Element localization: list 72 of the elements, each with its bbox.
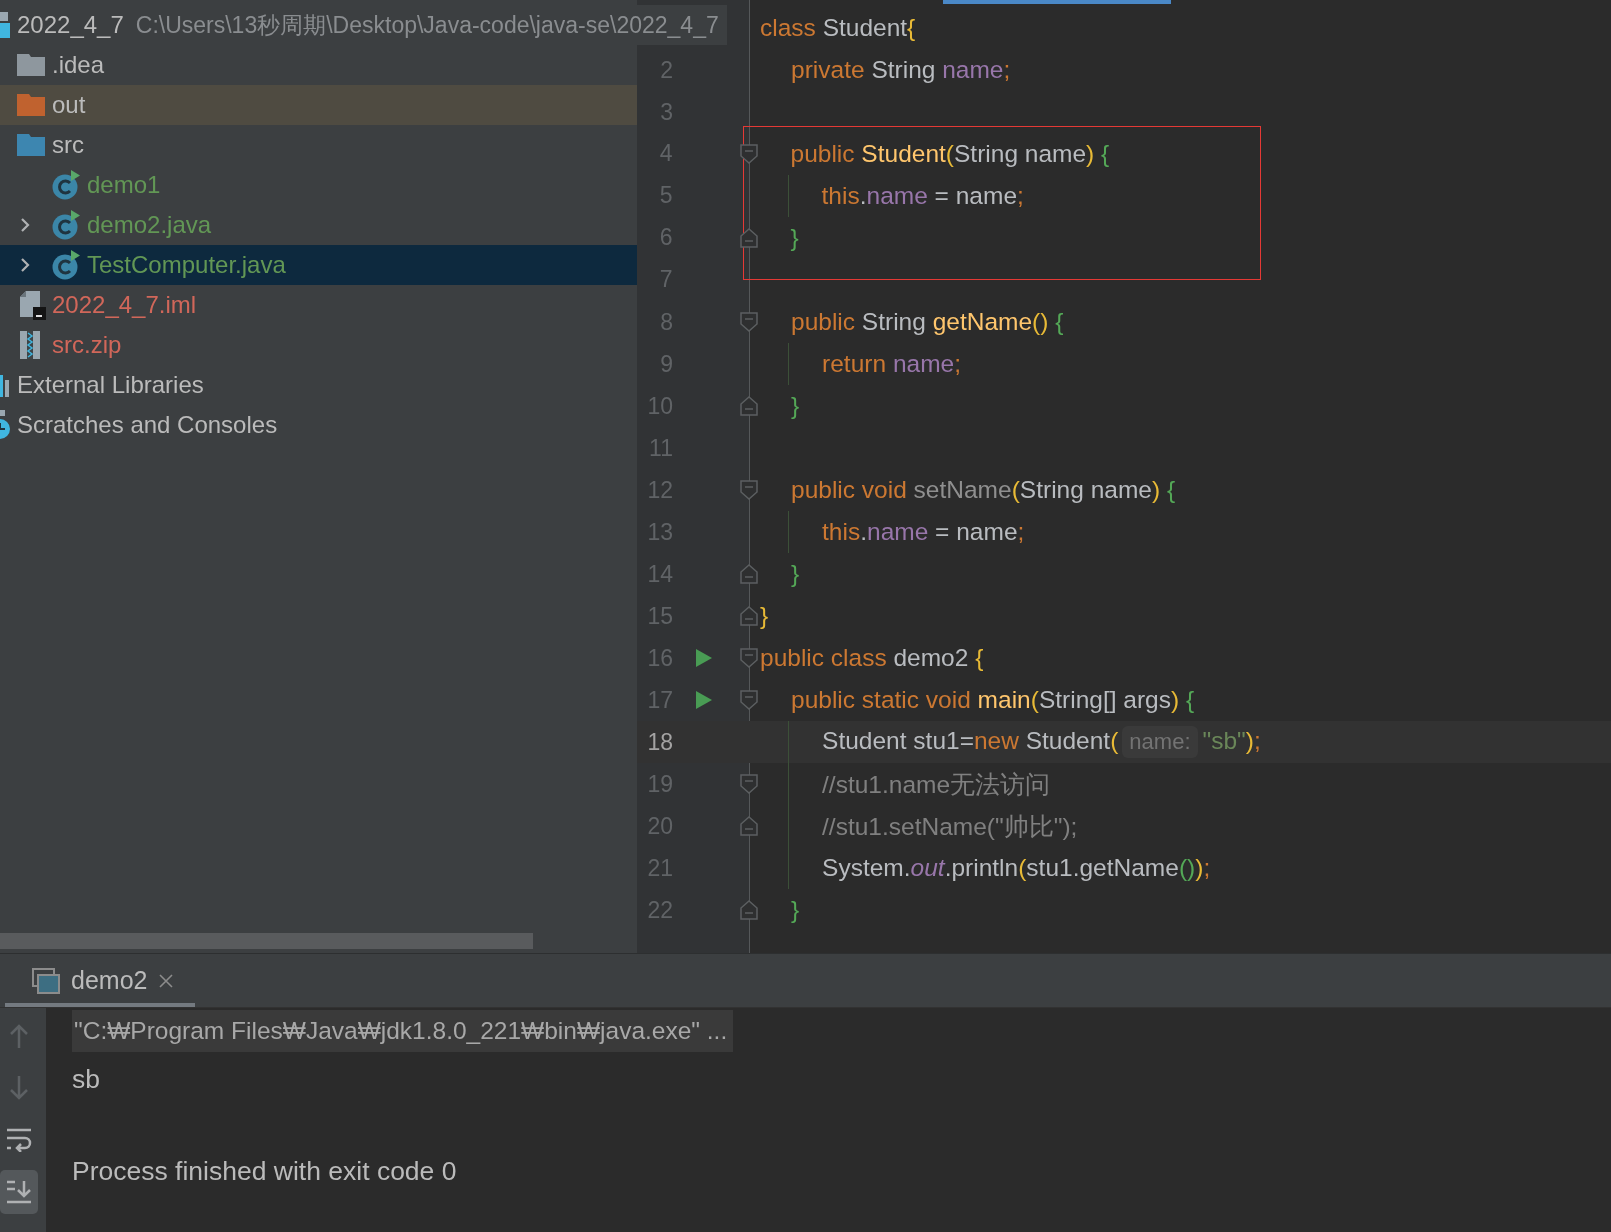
fold-marker-icon[interactable] [740,312,758,332]
indent-guide [788,343,789,385]
command-line-text: "C:₩Program Files₩Java₩jdk1.8.0_221₩bin₩java.exe" ... [72,1010,734,1052]
scrollbar-thumb[interactable] [0,933,533,949]
indent-guide [788,511,789,553]
tree-item[interactable]: 2022_4_7.iml [0,285,197,325]
code-line: //stu1.name无法访问 [822,769,1051,800]
folder-icon [17,134,45,156]
tree-item[interactable]: 2022_4_7 C:\Users\13秒周期\Desktop\Java-code\java-se\2022_4_7 [0,5,719,45]
fold-marker-icon[interactable] [740,648,758,668]
fold-marker-icon[interactable] [740,690,758,710]
exit-message: Process finished with exit code 0 [72,1155,457,1188]
code-line: public Student(String name) { [790,139,1110,168]
fold-marker-icon[interactable] [740,774,758,794]
code-line: this.name = name; [822,518,1025,546]
close-icon[interactable] [158,972,175,989]
code-line: public String getName() { [791,308,1064,336]
code-line: class Student{ [760,14,916,42]
fold-marker-icon[interactable] [740,816,758,836]
tree-item[interactable]: demo1 [0,165,161,205]
class-icon [52,210,80,240]
fold-marker-icon[interactable] [740,480,758,500]
module-file-icon [20,290,46,320]
code-line: } [791,560,800,588]
tree-item[interactable]: TestComputer.java [0,245,286,285]
chevron-icon[interactable] [19,217,31,233]
tree-item[interactable]: demo2.java [0,205,212,245]
code-line: } [791,392,800,420]
code-line: this.name = name; [821,181,1024,210]
zip-file-icon [20,331,40,359]
code-line: public static void main(String[] args) { [791,686,1195,714]
soft-wrap-icon [6,1128,32,1152]
module-folder-icon [0,12,10,38]
tree-item[interactable]: src.zip [0,325,122,365]
fold-marker-icon[interactable] [740,606,758,626]
code-line: } [791,896,800,924]
code-line: System.out.println(stu1.getName()); [822,854,1211,882]
class-icon [52,250,80,280]
fold-marker-icon[interactable] [740,396,758,416]
code-line: public void setName(String name) { [791,476,1176,504]
chevron-icon[interactable] [19,257,31,273]
folder-icon [17,94,45,116]
libraries-icon [0,373,10,397]
tree-item[interactable]: out [0,85,86,125]
class-icon [52,170,80,200]
tree-item[interactable]: src [0,125,84,165]
tree-item[interactable]: Scratches and Consoles [0,405,278,445]
code-line: public class demo2 { [760,644,984,672]
code-line: private String name; [791,56,1011,84]
output-text: sb [72,1063,100,1096]
code-line: Student stu1=new Student( name: "sb"); [822,726,1261,758]
tree-item[interactable]: External Libraries [0,365,204,405]
indent-guide [787,174,789,217]
run-icon[interactable] [696,691,712,709]
fold-marker-icon[interactable] [740,900,758,920]
line-number: 18 [647,728,673,755]
project-path: C:\Users\13秒周期\Desktop\Java-code\java-se\2022_4_7 [135,10,719,40]
code-line: } [790,223,799,252]
code-line: } [760,602,769,630]
console-icon [32,967,60,994]
run-icon[interactable] [696,649,712,667]
tree-item[interactable]: .idea [0,45,105,85]
fold-marker-icon[interactable] [739,143,758,164]
folder-icon [17,54,45,76]
scratches-icon [0,410,10,440]
fold-marker-icon[interactable] [740,564,758,584]
scroll-to-end-icon [6,1180,32,1204]
code-line: return name; [822,350,961,378]
code-line: //stu1.setName("帅比"); [822,811,1078,842]
toolbar-button[interactable] [0,1170,38,1214]
arrow-up-icon [9,1023,29,1049]
arrow-down-icon [9,1075,29,1101]
